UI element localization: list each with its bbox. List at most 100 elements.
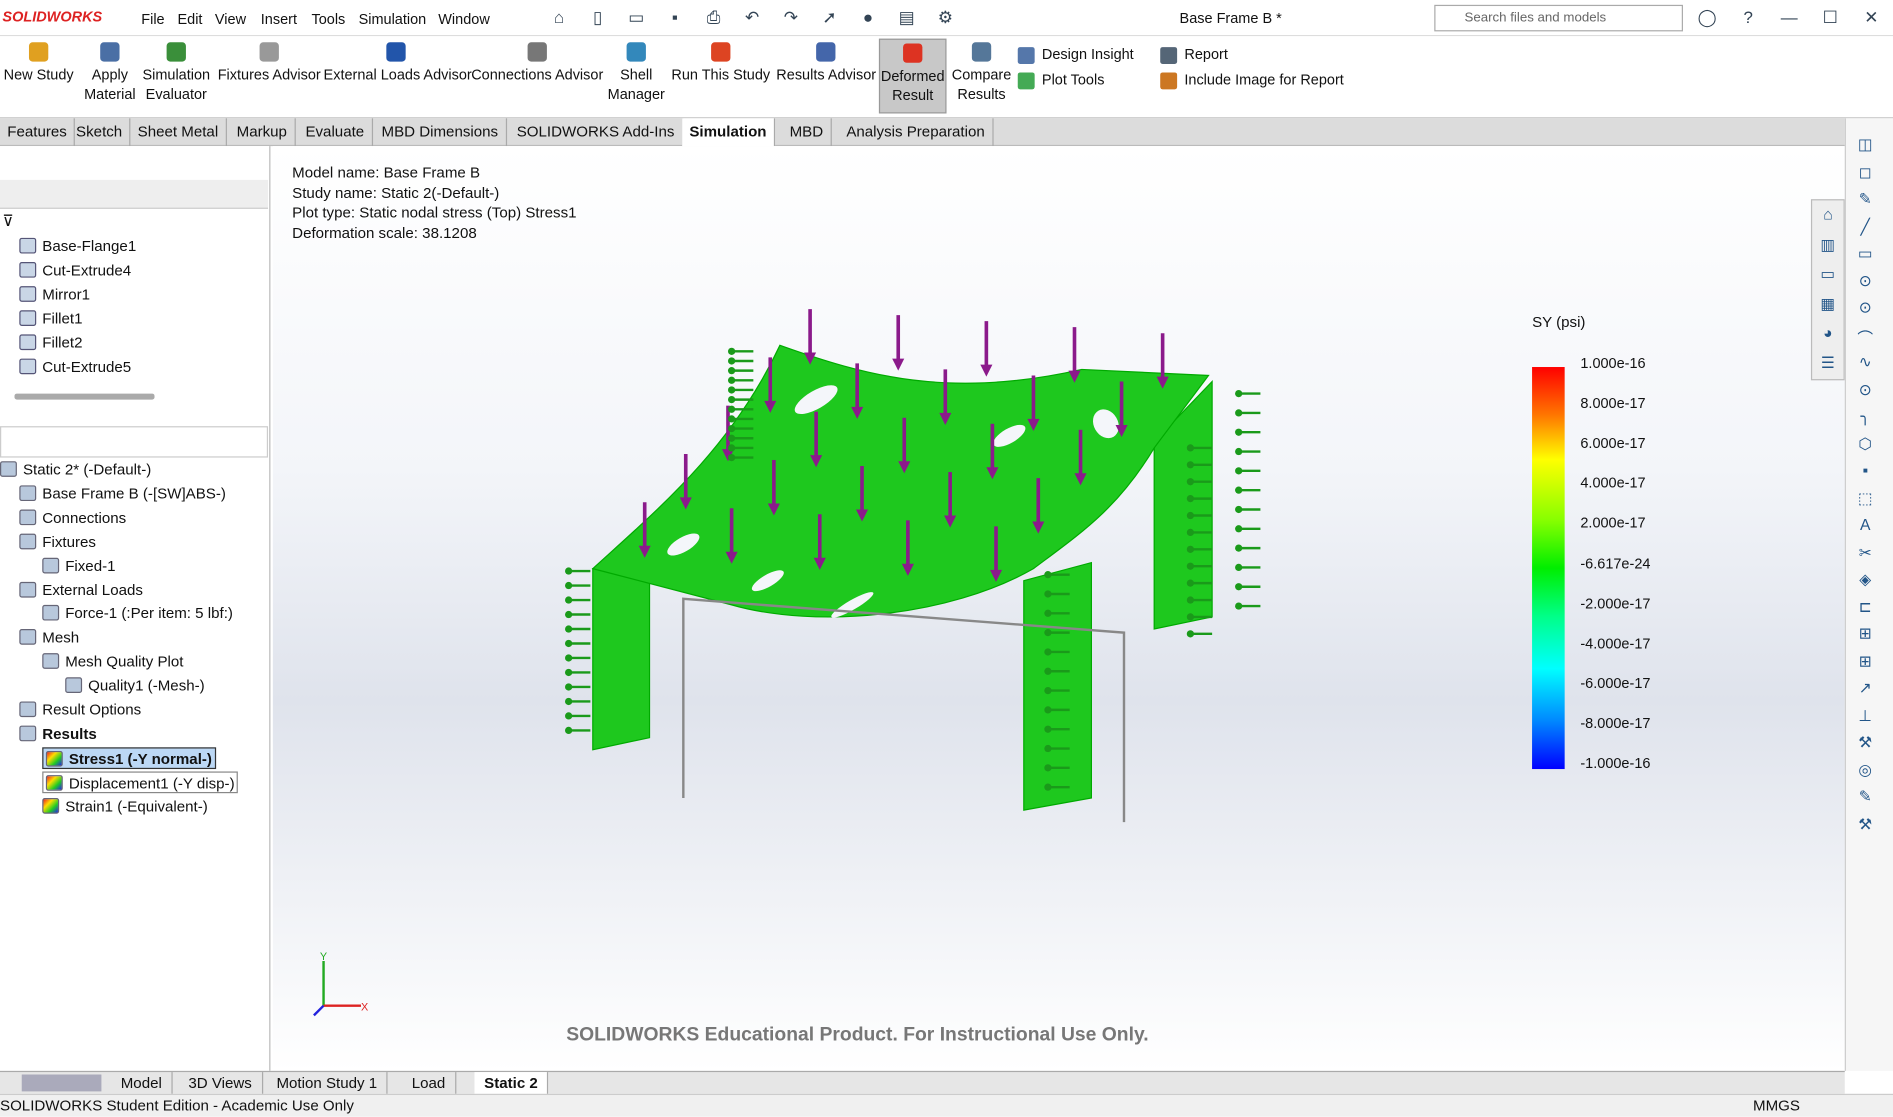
tab-features[interactable]: Features	[0, 118, 76, 147]
task-pane-properties-icon[interactable]: ☰	[1818, 353, 1837, 372]
help-icon[interactable]: ?	[1739, 7, 1758, 26]
home-icon[interactable]: ⌂	[549, 7, 568, 26]
sketch-tool-icon[interactable]: ⬡	[1856, 434, 1875, 453]
new-icon[interactable]: ▯	[588, 7, 607, 26]
sketch-tool-icon[interactable]: ⊥	[1856, 706, 1875, 725]
tab-mbd[interactable]: MBD	[782, 118, 832, 147]
sketch-tool-icon[interactable]: ✂	[1856, 543, 1875, 562]
ribbon-shell-manager-button[interactable]: Shell Manager	[607, 39, 665, 114]
sketch-tool-icon[interactable]: A	[1856, 516, 1875, 535]
sim-tree-item[interactable]: Results	[19, 723, 97, 745]
sim-tree-item[interactable]: Strain1 (-Equivalent-)	[42, 795, 208, 817]
bottom-tab-static-2[interactable]: Static 2	[474, 1072, 549, 1096]
tab-solidworks-add-ins[interactable]: SOLIDWORKS Add-Ins	[509, 118, 683, 147]
traffic-light-icon[interactable]: ●	[858, 7, 877, 26]
tab-scroll-arrows[interactable]	[21, 1074, 102, 1092]
minimize-icon[interactable]: —	[1780, 7, 1799, 26]
file-props-icon[interactable]: ▤	[897, 7, 916, 26]
ribbon-compare-results-button[interactable]: Compare Results	[951, 39, 1011, 114]
ribbon-design-insight-button[interactable]: Design Insight	[1017, 46, 1134, 64]
ribbon-run-this-study-button[interactable]: Run This Study	[671, 39, 770, 114]
close-icon[interactable]: ✕	[1862, 7, 1881, 26]
sketch-tool-icon[interactable]: ∿	[1856, 353, 1875, 372]
sketch-tool-icon[interactable]: ✎	[1856, 787, 1875, 806]
ribbon-new-study-button[interactable]: New Study	[2, 39, 74, 114]
tab-evaluate[interactable]: Evaluate	[298, 118, 373, 147]
bottom-tab-motion-study-1[interactable]: Motion Study 1	[267, 1072, 389, 1096]
ribbon-deformed-result-button[interactable]: Deformed Result	[878, 38, 947, 114]
user-icon[interactable]: ◯	[1697, 7, 1717, 26]
tab-analysis-preparation[interactable]: Analysis Preparation	[839, 118, 994, 147]
sim-tree-item[interactable]: Stress1 (-Y normal-)	[42, 747, 216, 769]
tree-item-mirror1[interactable]: Mirror1	[19, 284, 90, 306]
select-icon[interactable]: ➚	[820, 7, 839, 26]
sketch-tool-icon[interactable]: ⊞	[1856, 651, 1875, 670]
sketch-tool-icon[interactable]: ╱	[1856, 217, 1875, 236]
model-plot[interactable]	[551, 303, 1275, 823]
sim-tree-item[interactable]: External Loads	[19, 579, 143, 601]
units-selector[interactable]: MMGS	[1753, 1097, 1800, 1114]
tree-item-cut-extrude4[interactable]: Cut-Extrude4	[19, 260, 131, 282]
sketch-tool-icon[interactable]: ⊙	[1856, 380, 1875, 399]
sim-tree-item[interactable]: Fixed-1	[42, 555, 116, 577]
ribbon-include-image-for-report-button[interactable]: Include Image for Report	[1160, 71, 1344, 90]
sketch-tool-icon[interactable]: ⊏	[1856, 597, 1875, 616]
sketch-tool-icon[interactable]: ⚒	[1856, 733, 1875, 752]
undo-icon[interactable]: ↶	[742, 7, 761, 26]
sim-tree-item[interactable]: Mesh	[19, 627, 79, 649]
filter-field[interactable]	[0, 426, 269, 458]
sketch-tool-icon[interactable]: ⬚	[1856, 488, 1875, 507]
open-icon[interactable]: ▭	[627, 7, 646, 26]
ribbon-connections-advisor-button[interactable]: Connections Advisor	[471, 39, 604, 114]
sim-tree-item[interactable]: Base Frame B (-[SW]ABS-)	[19, 483, 226, 505]
redo-icon[interactable]: ↷	[781, 7, 800, 26]
tab-sketch[interactable]: Sketch	[69, 118, 131, 147]
sim-tree-item[interactable]: Fixtures	[19, 531, 96, 553]
sketch-tool-icon[interactable]: ⌒	[1856, 325, 1875, 347]
sketch-tool-icon[interactable]: ⚒	[1856, 814, 1875, 833]
sim-tree-item[interactable]: Quality1 (-Mesh-)	[65, 675, 205, 697]
ribbon-external-loads-advisor-button[interactable]: External Loads Advisor	[324, 39, 472, 114]
sim-tree-item[interactable]: Displacement1 (-Y disp-)	[42, 771, 239, 793]
menu-edit[interactable]: Edit	[177, 11, 202, 28]
view-task-pane-tabs[interactable]: ⌂ ▥ ▭ ▦ ◕ ☰	[1810, 199, 1845, 381]
maximize-icon[interactable]: ☐	[1821, 7, 1840, 26]
sim-tree-item[interactable]: Force-1 (:Per item: 5 lbf:)	[42, 603, 233, 625]
menu-view[interactable]: View	[215, 11, 246, 28]
sketch-tool-icon[interactable]: ╮	[1856, 407, 1875, 426]
sketch-tool-icon[interactable]: ⊙	[1856, 271, 1875, 290]
tab-mbd-dimensions[interactable]: MBD Dimensions	[374, 118, 507, 147]
sketch-tool-icon[interactable]: ◫	[1856, 135, 1875, 154]
sketch-tool-icon[interactable]: ⊞	[1856, 624, 1875, 643]
filter-icon[interactable]: ⊽	[2, 211, 13, 230]
sketch-tool-icon[interactable]: ◻	[1856, 162, 1875, 181]
task-pane-parts-icon[interactable]: ▥	[1818, 235, 1837, 254]
tab-simulation[interactable]: Simulation	[682, 118, 775, 147]
sim-tree-item[interactable]: Connections	[19, 507, 126, 529]
bottom-tab-load[interactable]: Load	[402, 1072, 457, 1096]
ribbon-plot-tools-button[interactable]: Plot Tools	[1017, 71, 1104, 90]
sketch-tool-icon[interactable]: ↗	[1856, 679, 1875, 698]
menu-insert[interactable]: Insert	[261, 11, 297, 28]
sketch-tool-icon[interactable]: ◎	[1856, 760, 1875, 779]
menu-file[interactable]: File	[141, 11, 164, 28]
tree-item-fillet1[interactable]: Fillet1	[19, 308, 83, 330]
sketch-tool-icon[interactable]: ⊙	[1856, 298, 1875, 317]
tree-item-base-flange1[interactable]: Base-Flange1	[19, 235, 136, 257]
ribbon-apply-material-button[interactable]: Apply Material	[82, 39, 138, 114]
bottom-tab-model[interactable]: Model	[111, 1072, 173, 1096]
ribbon-simulation-evaluator-button[interactable]: Simulation Evaluator	[141, 39, 211, 114]
panel-tabs[interactable]	[0, 179, 269, 209]
task-pane-scene-icon[interactable]: ◕	[1818, 324, 1837, 343]
sketch-tool-icon[interactable]: ✎	[1856, 190, 1875, 209]
menu-simulation[interactable]: Simulation	[359, 11, 427, 28]
options-icon[interactable]: ⚙	[936, 7, 955, 26]
ribbon-fixtures-advisor-button[interactable]: Fixtures Advisor	[217, 39, 321, 114]
menu-window[interactable]: Window	[438, 11, 490, 28]
ribbon-report-button[interactable]: Report	[1160, 46, 1228, 64]
search-input[interactable]: Search files and models	[1434, 4, 1683, 32]
sketch-tool-icon[interactable]: ◈	[1856, 570, 1875, 589]
sketch-tool-icon[interactable]: ▪	[1856, 461, 1875, 480]
tab-sheet-metal[interactable]: Sheet Metal	[130, 118, 227, 147]
sim-tree-item[interactable]: Result Options	[19, 699, 141, 721]
